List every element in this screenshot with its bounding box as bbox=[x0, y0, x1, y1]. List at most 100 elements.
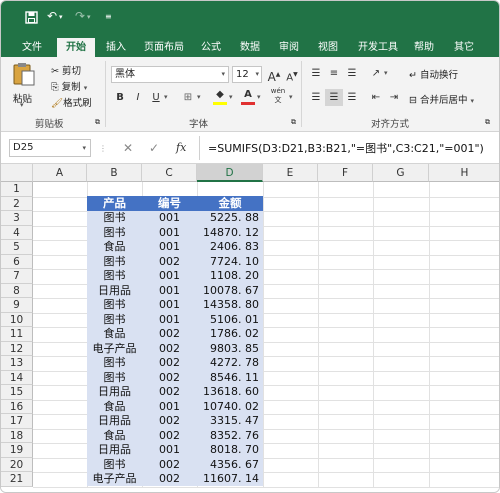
cell-number[interactable]: 001 bbox=[142, 298, 197, 313]
row-header-18[interactable]: 18 bbox=[1, 428, 33, 443]
shrink-font-button[interactable]: A▼ bbox=[283, 66, 301, 83]
cell-number[interactable]: 001 bbox=[142, 313, 197, 328]
increase-indent-button[interactable]: ⇥ bbox=[385, 89, 403, 106]
tab-review[interactable]: 审阅 bbox=[274, 38, 304, 57]
cell-amount[interactable]: 10078. 67 bbox=[197, 284, 259, 299]
column-header-d[interactable]: D bbox=[197, 164, 263, 182]
cell-product[interactable]: 食品 bbox=[87, 240, 142, 255]
cell-amount[interactable]: 1786. 02 bbox=[197, 327, 259, 342]
cell-amount[interactable]: 14358. 80 bbox=[197, 298, 259, 313]
formula-input[interactable]: =SUMIFS(D3:D21,B3:B21,"=图书",C3:C21,"=001… bbox=[208, 140, 484, 156]
wrap-text-button[interactable]: ↵ 自动换行 bbox=[409, 67, 458, 81]
align-left-button[interactable]: ☰ bbox=[307, 89, 325, 106]
column-header-g[interactable]: G bbox=[373, 164, 429, 182]
cell-number[interactable]: 002 bbox=[142, 429, 197, 444]
cell-product[interactable]: 日用品 bbox=[87, 414, 142, 429]
font-size-input[interactable]: 12 ▾ bbox=[232, 66, 262, 83]
customize-quick-access-icon[interactable]: ≡ bbox=[105, 12, 112, 21]
row-header-11[interactable]: 11 bbox=[1, 327, 33, 342]
cell-amount[interactable]: 9803. 85 bbox=[197, 342, 259, 357]
cell-number[interactable]: 002 bbox=[142, 414, 197, 429]
cell-number[interactable]: 002 bbox=[142, 327, 197, 342]
align-center-button[interactable]: ☰ bbox=[325, 89, 343, 106]
cell-number[interactable]: 001 bbox=[142, 240, 197, 255]
column-header-b[interactable]: B bbox=[87, 164, 142, 182]
cell-number[interactable]: 002 bbox=[142, 472, 197, 487]
cell-product[interactable]: 图书 bbox=[87, 313, 142, 328]
cell-product[interactable]: 日用品 bbox=[87, 385, 142, 400]
cell-product[interactable]: 食品 bbox=[87, 400, 142, 415]
paste-button[interactable]: 粘贴 ▾ bbox=[10, 61, 40, 109]
alignment-launcher-icon[interactable]: ⧉ bbox=[485, 118, 490, 127]
insert-function-button[interactable]: fx bbox=[176, 141, 186, 154]
cell-product[interactable]: 图书 bbox=[87, 298, 142, 313]
cell-number[interactable]: 002 bbox=[142, 385, 197, 400]
row-header-8[interactable]: 8 bbox=[1, 283, 33, 298]
tab-formulas[interactable]: 公式 bbox=[196, 38, 226, 57]
format-painter-button[interactable]: 🖌格式刷 bbox=[51, 95, 92, 109]
paste-dropdown-icon[interactable]: ▾ bbox=[20, 101, 24, 109]
cell-amount[interactable]: 8018. 70 bbox=[197, 443, 259, 458]
row-header-7[interactable]: 7 bbox=[1, 269, 33, 284]
cell-product[interactable]: 食品 bbox=[87, 327, 142, 342]
merge-center-button[interactable]: ⊟ 合并后居中 ▾ bbox=[409, 92, 474, 106]
name-box[interactable]: D25 ▾ bbox=[9, 139, 91, 157]
row-header-17[interactable]: 17 bbox=[1, 414, 33, 429]
phonetic-dropdown-icon[interactable]: ▾ bbox=[289, 93, 293, 101]
row-header-2[interactable]: 2 bbox=[1, 196, 33, 211]
select-all-corner[interactable] bbox=[1, 164, 33, 182]
top-align-button[interactable]: ☰ bbox=[307, 65, 325, 82]
cell-amount[interactable]: 4356. 67 bbox=[197, 458, 259, 473]
orientation-button[interactable]: ↗ bbox=[367, 65, 385, 82]
italic-button[interactable]: I bbox=[129, 89, 147, 106]
fill-dropdown-icon[interactable]: ▾ bbox=[229, 93, 233, 101]
undo-dropdown-icon[interactable]: ▾ bbox=[59, 13, 63, 21]
cell-amount[interactable]: 2406. 83 bbox=[197, 240, 259, 255]
cell-number[interactable]: 001 bbox=[142, 400, 197, 415]
column-header-h[interactable]: H bbox=[429, 164, 499, 182]
cell-product[interactable]: 图书 bbox=[87, 226, 142, 241]
cell-product[interactable]: 图书 bbox=[87, 255, 142, 270]
cell-amount[interactable]: 13618. 60 bbox=[197, 385, 259, 400]
underline-dropdown-icon[interactable]: ▾ bbox=[164, 93, 168, 101]
cell-product[interactable]: 电子产品 bbox=[87, 472, 142, 487]
bold-button[interactable]: B bbox=[111, 89, 129, 106]
cell-number[interactable]: 002 bbox=[142, 342, 197, 357]
borders-button[interactable]: ⊞ bbox=[179, 89, 197, 106]
row-header-21[interactable]: 21 bbox=[1, 472, 33, 487]
cell-number[interactable]: 001 bbox=[142, 284, 197, 299]
cell-number[interactable]: 002 bbox=[142, 356, 197, 371]
tab-other[interactable]: 其它 bbox=[449, 38, 479, 57]
cell-amount[interactable]: 3315. 47 bbox=[197, 414, 259, 429]
cell-amount[interactable]: 5225. 88 bbox=[197, 211, 259, 226]
row-header-3[interactable]: 3 bbox=[1, 211, 33, 226]
tab-help[interactable]: 帮助 bbox=[409, 38, 439, 57]
font-name-input[interactable]: 黑体 ▾ bbox=[111, 66, 229, 83]
cell-amount[interactable]: 14870. 12 bbox=[197, 226, 259, 241]
column-header-c[interactable]: C bbox=[142, 164, 197, 182]
copy-button[interactable]: ⎘ 复制 ▾ bbox=[51, 79, 87, 93]
tab-home[interactable]: 开始 bbox=[57, 38, 95, 57]
cell-product[interactable]: 图书 bbox=[87, 458, 142, 473]
header-product[interactable]: 产品 bbox=[87, 196, 142, 211]
cell-number[interactable]: 001 bbox=[142, 443, 197, 458]
row-header-5[interactable]: 5 bbox=[1, 240, 33, 255]
row-header-13[interactable]: 13 bbox=[1, 356, 33, 371]
phonetic-button[interactable]: wén 文 bbox=[269, 87, 287, 104]
font-launcher-icon[interactable]: ⧉ bbox=[291, 118, 296, 127]
cell-product[interactable]: 日用品 bbox=[87, 284, 142, 299]
header-amount[interactable]: 金额 bbox=[197, 196, 263, 211]
middle-align-button[interactable]: ≡ bbox=[325, 65, 343, 82]
cell-amount[interactable]: 10740. 02 bbox=[197, 400, 259, 415]
row-header-10[interactable]: 10 bbox=[1, 312, 33, 327]
row-header-20[interactable]: 20 bbox=[1, 457, 33, 472]
tab-page-layout[interactable]: 页面布局 bbox=[139, 38, 189, 57]
underline-button[interactable]: U bbox=[147, 89, 165, 106]
cell-amount[interactable]: 5106. 01 bbox=[197, 313, 259, 328]
cut-button[interactable]: ✂ 剪切 bbox=[51, 63, 81, 77]
grow-font-button[interactable]: A▲ bbox=[265, 66, 283, 84]
row-header-1[interactable]: 1 bbox=[1, 182, 33, 197]
align-right-button[interactable]: ☰ bbox=[343, 89, 361, 106]
redo-dropdown-icon[interactable]: ▾ bbox=[87, 13, 91, 21]
cell-product[interactable]: 日用品 bbox=[87, 443, 142, 458]
